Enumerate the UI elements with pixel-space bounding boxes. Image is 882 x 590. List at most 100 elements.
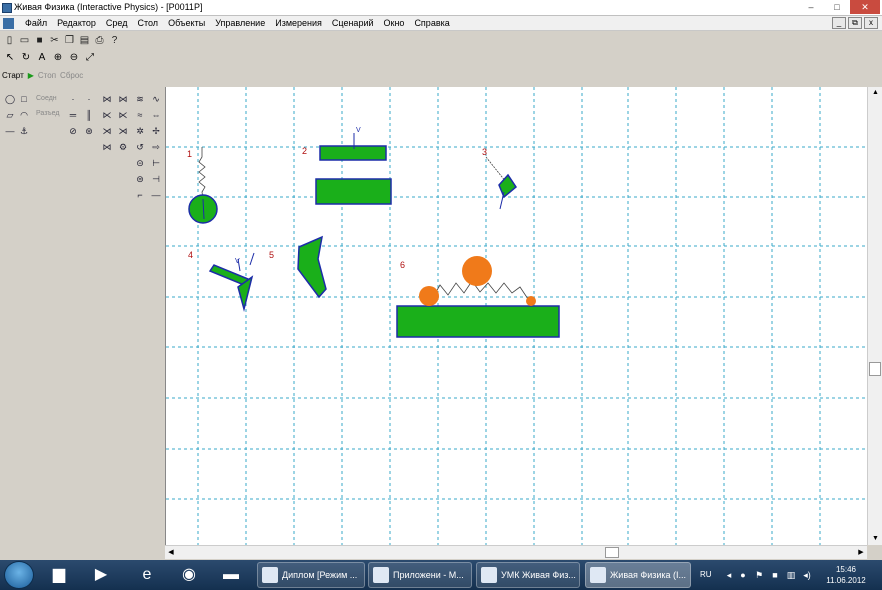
menu-script[interactable]: Сценарий: [327, 17, 379, 29]
ball-6-left[interactable]: [419, 286, 439, 306]
ball-6-top[interactable]: [462, 256, 492, 286]
tray-app-icon[interactable]: ●: [738, 570, 748, 580]
force-fan-icon[interactable]: ✢: [149, 124, 163, 138]
motor-tool-icon[interactable]: ⊛: [82, 124, 96, 138]
separator-tool-icon[interactable]: ⚙: [116, 140, 130, 154]
copy-icon[interactable]: ❐: [63, 34, 76, 47]
action-center-icon[interactable]: ⚑: [754, 570, 764, 580]
wave-spring-icon[interactable]: ∿: [149, 92, 163, 106]
torque-tool-icon[interactable]: ↺: [133, 140, 147, 154]
simulation-canvas[interactable]: 1 2 V 3 4 V 5 6: [165, 87, 867, 545]
save-icon[interactable]: ■: [33, 34, 46, 47]
menu-window[interactable]: Окно: [379, 17, 410, 29]
body-5-polygon[interactable]: [297, 235, 327, 299]
gear-pair-icon[interactable]: ⊜: [133, 172, 147, 186]
task-appendix[interactable]: Приложени - M...: [368, 562, 472, 588]
horizontal-scrollbar[interactable]: ◀ ▶: [165, 545, 867, 559]
menu-world[interactable]: Сред: [101, 17, 133, 29]
rope-pulley-icon[interactable]: ⊝: [133, 156, 147, 170]
menu-file[interactable]: Файл: [20, 17, 52, 29]
gear-tool-icon[interactable]: ⋈: [116, 92, 130, 106]
menu-help[interactable]: Справка: [409, 17, 454, 29]
maximize-button[interactable]: □: [824, 0, 850, 14]
small-joint-icon[interactable]: ⌐: [133, 188, 147, 202]
slider-joint-icon[interactable]: ⊢: [149, 156, 163, 170]
menu-table[interactable]: Стол: [132, 17, 163, 29]
volume-icon[interactable]: ◂): [802, 570, 812, 580]
line-tool-icon[interactable]: —: [3, 124, 17, 138]
circle-tool-icon[interactable]: ◯: [3, 92, 17, 106]
pulley-tool-icon[interactable]: ⋈: [100, 140, 114, 154]
reset-button[interactable]: Сброс: [60, 71, 83, 80]
mdi-restore-button[interactable]: ⧉: [848, 17, 862, 29]
scroll-down-icon[interactable]: ▼: [868, 533, 882, 545]
polygon-tool-icon[interactable]: ▱: [3, 108, 17, 122]
body-2-bottom-block[interactable]: [315, 178, 392, 205]
point-tool-icon[interactable]: ·: [66, 92, 80, 106]
body-6-base-block[interactable]: [396, 305, 560, 338]
task-diploma[interactable]: Диплом [Режим ...: [257, 562, 365, 588]
new-icon[interactable]: ▯: [3, 34, 16, 47]
link-tool-icon[interactable]: ⇔: [149, 108, 163, 122]
horizontal-scroll-thumb[interactable]: [605, 547, 619, 558]
anchor-tool-icon[interactable]: ⚓: [17, 124, 31, 138]
start-button-orb[interactable]: [4, 561, 34, 589]
language-indicator[interactable]: RU: [700, 570, 712, 579]
tray-red-icon[interactable]: ■: [770, 570, 780, 580]
cut-icon[interactable]: ✂: [48, 34, 61, 47]
pin-tool-icon[interactable]: ·: [82, 92, 96, 106]
zoom-out-icon[interactable]: ⊖: [67, 51, 81, 65]
internet-explorer-icon[interactable]: e: [134, 563, 160, 587]
zoom-in-icon[interactable]: ⊕: [51, 51, 65, 65]
task-umk[interactable]: УМК Живая Физ...: [476, 562, 580, 588]
menu-control[interactable]: Управление: [210, 17, 270, 29]
menu-measure[interactable]: Измерения: [270, 17, 327, 29]
scroll-left-icon[interactable]: ◀: [165, 546, 177, 559]
minimize-button[interactable]: –: [798, 0, 824, 14]
scroll-right-icon[interactable]: ▶: [855, 546, 867, 559]
rope-tool-icon[interactable]: ⋊: [100, 124, 114, 138]
horizontal-line-icon[interactable]: —: [149, 188, 163, 202]
text-icon[interactable]: A: [35, 51, 49, 65]
chrome-icon[interactable]: ◉: [176, 563, 202, 587]
actuator-tool-icon[interactable]: ⋊: [116, 124, 130, 138]
body-4-bar[interactable]: [208, 264, 250, 286]
slot-tool-icon[interactable]: ═: [66, 108, 80, 122]
tray-expand-icon[interactable]: ◂: [724, 570, 734, 580]
rod-tool-icon[interactable]: ║: [82, 108, 96, 122]
scanner-icon[interactable]: ▬: [218, 563, 244, 587]
damper-tool-icon[interactable]: ⋉: [100, 108, 114, 122]
body-3-polygon[interactable]: [498, 173, 517, 199]
spring-damper-icon[interactable]: ≈: [133, 108, 147, 122]
connect-label[interactable]: Соедн: [36, 95, 57, 102]
body-2-top-block[interactable]: [319, 145, 387, 161]
start-button[interactable]: Старт: [2, 71, 24, 80]
vertical-scroll-thumb[interactable]: [869, 362, 881, 376]
arrow-icon[interactable]: ↖: [3, 51, 17, 65]
open-icon[interactable]: ▭: [18, 34, 31, 47]
network-icon[interactable]: ▥: [786, 570, 796, 580]
force-arrow-icon[interactable]: ⇨: [149, 140, 163, 154]
close-button[interactable]: ✕: [850, 0, 880, 14]
vertical-scrollbar[interactable]: ▲ ▼: [867, 87, 882, 545]
explorer-icon[interactable]: ▆: [46, 563, 72, 587]
square-tool-icon[interactable]: □: [17, 92, 31, 106]
spring-zigzag-icon[interactable]: ≋: [133, 92, 147, 106]
task-live-physics[interactable]: Живая Физика (I...: [585, 562, 691, 588]
print-icon[interactable]: ⎙: [93, 34, 106, 47]
spring-tool-icon[interactable]: ⋈: [100, 92, 114, 106]
media-player-icon[interactable]: ▶: [88, 563, 114, 587]
paste-icon[interactable]: ▤: [78, 34, 91, 47]
split-label[interactable]: Разъед: [36, 110, 60, 117]
curve-tool-icon[interactable]: ◠: [17, 108, 31, 122]
rotate-icon[interactable]: ↻: [19, 51, 33, 65]
joint-tool-icon[interactable]: ⊘: [66, 124, 80, 138]
menu-edit[interactable]: Редактор: [52, 17, 101, 29]
fit-icon[interactable]: ⤢: [83, 51, 97, 65]
menu-objects[interactable]: Объекты: [163, 17, 210, 29]
mdi-close-button[interactable]: x: [864, 17, 878, 29]
clock[interactable]: 15:46 11.06.2012: [826, 564, 866, 586]
rotary-damper-icon[interactable]: ✲: [133, 124, 147, 138]
scroll-up-icon[interactable]: ▲: [868, 87, 882, 99]
document-icon[interactable]: [3, 18, 14, 29]
